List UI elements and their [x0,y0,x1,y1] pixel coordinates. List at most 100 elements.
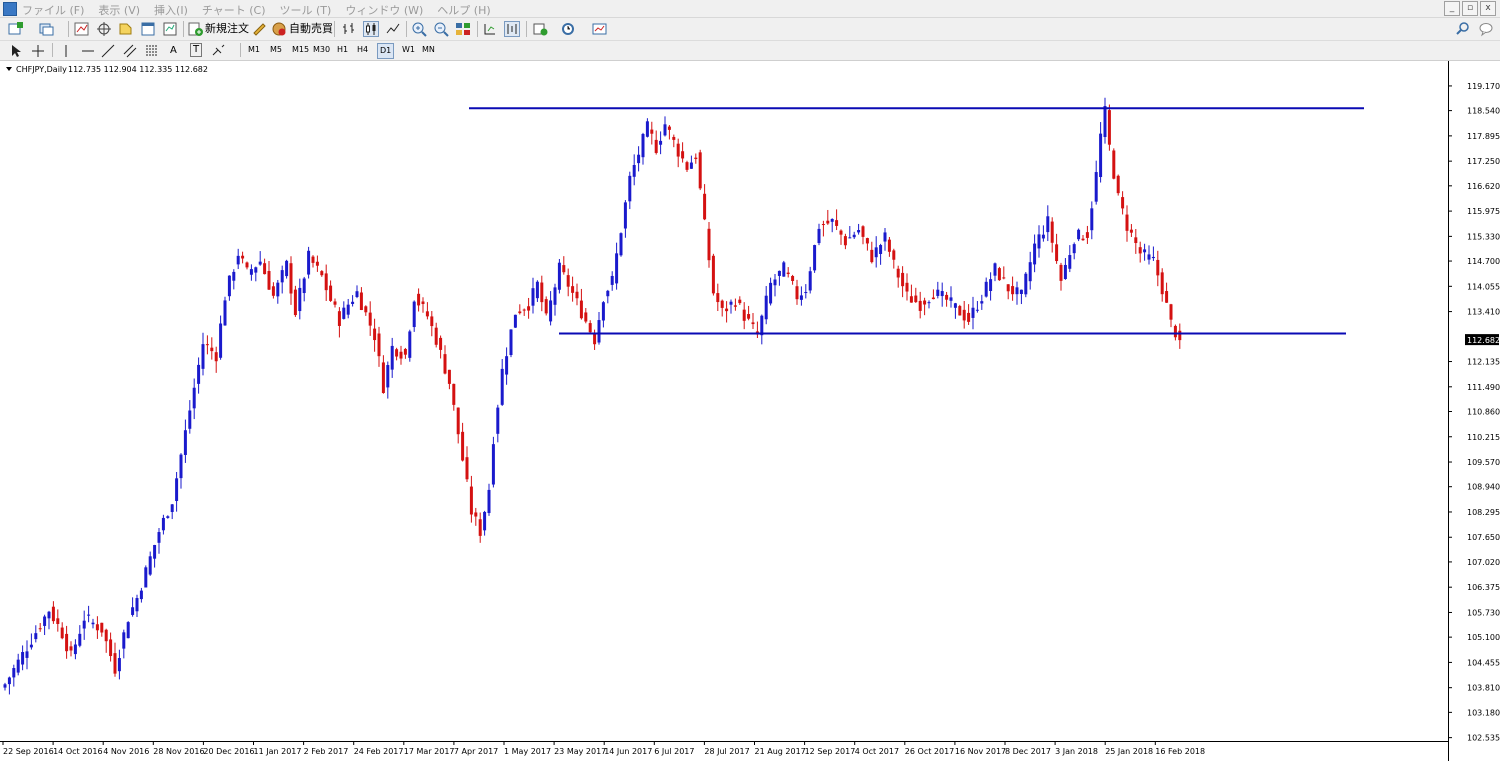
close-button[interactable]: x [1480,1,1496,16]
candle [1107,104,1111,151]
chart-shift-icon[interactable] [504,21,520,37]
candle [544,296,548,316]
menu-tools[interactable]: ツール (T) [280,2,332,18]
text-label-button[interactable]: T [190,43,203,57]
time-tick-label: 16 Nov 2017 [955,747,1006,756]
drawing-toolbar: A T M1 M5 M15 M30 H1 H4 D1 W1 MN [0,41,1500,61]
price-tick-label: 112.135 [1467,358,1500,367]
standard-toolbar: 新規注文 自動売買 [0,18,1500,41]
bar-chart-icon[interactable] [341,21,357,37]
tile-windows-icon[interactable] [455,21,471,37]
candle [619,232,623,257]
terminal-icon[interactable] [140,21,156,37]
price-tick-label: 105.730 [1467,608,1500,617]
timeframe-m5[interactable]: M5 [268,43,284,57]
new-chart-icon[interactable] [8,21,24,37]
candle [711,253,715,296]
toolbar-separator [240,43,241,57]
price-tick-label: 116.620 [1467,182,1500,191]
menu-window[interactable]: ウィンドウ (W) [345,2,423,18]
price-tick-label: 114.700 [1467,257,1500,266]
ohlc-header: 112.735 112.904 112.335 112.682 [68,65,208,74]
candle [408,329,412,362]
candle [307,246,311,279]
candle [513,314,517,328]
strategy-tester-icon[interactable] [162,21,178,37]
timeframe-m30[interactable]: M30 [311,43,332,57]
candle [698,149,702,191]
chat-icon[interactable] [1478,21,1494,37]
time-tick-label: 28 Nov 2016 [153,747,204,756]
text-tool-button[interactable]: A [170,43,177,59]
menu-chart[interactable]: チャート (C) [202,2,266,18]
menu-help[interactable]: ヘルプ (H) [437,2,490,18]
zoom-in-icon[interactable] [411,21,427,37]
price-chart[interactable]: 119.170 118.540 117.895 117.250 116.620 115.9… [0,61,1500,761]
menu-view[interactable]: 表示 (V) [98,2,140,18]
arrows-icon[interactable] [210,43,226,59]
channel-icon[interactable] [122,43,138,59]
profiles-icon[interactable] [38,21,54,37]
toolbar-separator [526,21,527,37]
menu-insert[interactable]: 挿入(I) [154,2,188,18]
timeframe-d1[interactable]: D1 [377,43,395,59]
periods-icon[interactable] [560,21,576,37]
timeframe-h1[interactable]: H1 [335,43,350,57]
timeframe-h4[interactable]: H4 [355,43,370,57]
auto-trade-button[interactable]: 自動売買 [289,21,333,37]
price-tick-label: 118.540 [1467,107,1500,116]
toolbar-separator [406,21,407,37]
menu-bar: ファイル (F) 表示 (V) 挿入(I) チャート (C) ツール (T) ウ… [0,0,1500,18]
data-window-icon[interactable] [96,21,112,37]
restore-button[interactable]: ▫ [1462,1,1478,16]
new-order-button[interactable]: 新規注文 [205,21,249,37]
zoom-out-icon[interactable] [433,21,449,37]
chart-background [0,61,1500,761]
toolbar-separator [183,21,184,37]
crosshair-icon[interactable] [30,43,46,59]
navigator-icon[interactable] [118,21,134,37]
time-tick-label: 23 May 2017 [554,747,606,756]
time-tick-label: 1 May 2017 [504,747,551,756]
timeframe-m1[interactable]: M1 [246,43,262,57]
candle [958,304,962,316]
auto-scroll-icon[interactable] [482,21,498,37]
meta-editor-icon[interactable] [251,21,267,37]
time-tick-label: 12 Sep 2017 [805,747,856,756]
candle [491,436,495,488]
price-tick-label: 117.250 [1467,157,1500,166]
time-tick-label: 8 Dec 2017 [1005,747,1051,756]
price-tick-label: 110.215 [1467,433,1500,442]
candle [223,296,227,326]
trendline-icon[interactable] [100,43,116,59]
candlestick-icon[interactable] [363,21,379,37]
price-tick-label: 109.570 [1467,458,1500,467]
app-icon [3,2,17,16]
candle [1116,174,1120,196]
time-tick-label: 3 Jan 2018 [1055,747,1098,756]
new-order-icon[interactable] [187,21,203,37]
line-chart-icon[interactable] [385,21,401,37]
price-tick-label: 113.410 [1467,308,1500,317]
fibonacci-icon[interactable] [144,43,160,59]
templates-icon[interactable] [592,21,608,37]
search-icon[interactable] [1455,21,1471,37]
time-tick-label: 14 Jun 2017 [604,747,652,756]
toolbar-separator [68,21,69,37]
market-watch-icon[interactable] [74,21,90,37]
candle [144,565,148,588]
time-tick-label: 4 Nov 2016 [103,747,149,756]
cursor-icon[interactable] [8,43,24,59]
timeframe-m15[interactable]: M15 [290,43,311,57]
candle [285,259,289,279]
minimize-button[interactable]: _ [1444,1,1460,16]
time-tick-label: 14 Oct 2016 [53,747,102,756]
auto-trade-icon[interactable] [271,21,287,37]
horizontal-line-icon[interactable] [80,43,96,59]
indicators-icon[interactable] [532,21,548,37]
timeframe-w1[interactable]: W1 [400,43,417,57]
candle [813,244,817,273]
vertical-line-icon[interactable] [58,43,74,59]
timeframe-mn[interactable]: MN [420,43,437,57]
menu-file[interactable]: ファイル (F) [22,2,84,18]
